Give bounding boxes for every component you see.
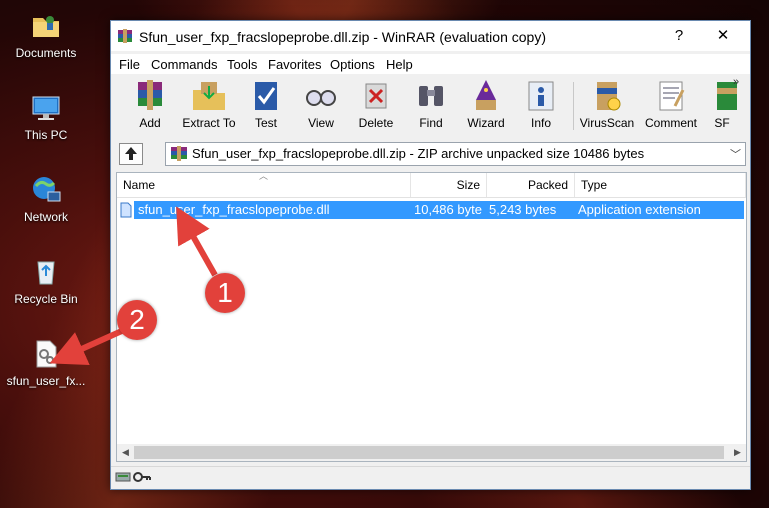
tool-extract-to-button[interactable]: Extract To	[181, 78, 237, 134]
dll-file-icon	[120, 202, 132, 218]
archive-icon	[171, 146, 187, 161]
file-list: Name Size Packed Type ︿ sfun_user_fxp_fr…	[116, 171, 747, 462]
title-bar[interactable]: Sfun_user_fxp_fracslopeprobe.dll.zip - W…	[111, 21, 750, 51]
dll-file-icon	[36, 340, 57, 368]
menu-commands[interactable]: Commands	[151, 57, 217, 72]
desktop-icon-label: sfun_user_fx...	[6, 374, 86, 388]
toolbar-more-chevron-icon[interactable]: »	[733, 76, 739, 88]
desktop-icon-label: Documents	[15, 46, 77, 60]
horizontal-scrollbar[interactable]: ◀ ▶	[117, 444, 746, 461]
tool-wizard-button[interactable]: Wizard	[458, 78, 514, 134]
annotation-step-1: 1	[205, 273, 245, 313]
key-icon[interactable]	[133, 470, 151, 484]
up-arrow-icon	[125, 147, 137, 160]
close-button[interactable]: ✕	[703, 23, 743, 49]
toolbar: Add Extract To Test View Delete Find Wiz…	[111, 76, 750, 138]
desktop-icon-dll-file[interactable]: sfun_user_fx...	[0, 338, 92, 388]
network-globe-icon	[33, 177, 61, 202]
toolbar-separator	[573, 82, 574, 130]
chevron-down-icon[interactable]: ﹀	[730, 146, 741, 162]
menu-tools[interactable]: Tools	[227, 57, 257, 72]
menu-bar: File Commands Tools Favorites Options He…	[111, 54, 750, 74]
test-check-icon	[255, 82, 277, 110]
file-type: Application extension	[578, 202, 701, 217]
annotation-step-2: 2	[117, 300, 157, 340]
scroll-right-icon[interactable]: ▶	[729, 444, 746, 461]
desktop-icon-documents[interactable]: Documents	[0, 10, 92, 60]
virusscan-icon	[597, 82, 621, 111]
tool-info-button[interactable]: Info	[513, 78, 569, 134]
status-bar	[111, 466, 750, 489]
tool-view-button[interactable]: View	[293, 78, 349, 134]
table-row[interactable]: sfun_user_fxp_fracslopeprobe.dll 10,486 …	[134, 201, 744, 219]
tool-add-button[interactable]: Add	[122, 78, 178, 134]
file-packed: 5,243 bytes	[489, 202, 557, 217]
address-text: Sfun_user_fxp_fracslopeprobe.dll.zip - Z…	[192, 146, 645, 161]
help-button[interactable]: ?	[659, 23, 699, 49]
desktop-icon-recycle-bin[interactable]: Recycle Bin	[0, 256, 92, 306]
file-name: sfun_user_fxp_fracslopeprobe.dll	[138, 202, 330, 217]
column-size[interactable]: Size	[411, 173, 487, 197]
menu-favorites[interactable]: Favorites	[268, 57, 321, 72]
comment-icon	[659, 81, 685, 111]
tool-test-button[interactable]: Test	[238, 78, 294, 134]
menu-help[interactable]: Help	[386, 57, 413, 72]
tool-virusscan-button[interactable]: VirusScan	[579, 78, 635, 134]
archive-path-dropdown[interactable]: Sfun_user_fxp_fracslopeprobe.dll.zip - Z…	[165, 142, 746, 166]
desktop-icon-label: This PC	[24, 128, 68, 142]
delete-icon	[365, 83, 387, 109]
menu-options[interactable]: Options	[330, 57, 375, 72]
extract-folder-icon	[193, 82, 225, 110]
up-folder-button[interactable]	[119, 143, 143, 165]
file-size: 10,486 byte	[414, 202, 482, 217]
sort-arrow-icon: ︿	[259, 171, 269, 181]
tool-delete-button[interactable]: Delete	[348, 78, 404, 134]
list-header: Name Size Packed Type ︿	[117, 171, 746, 198]
tool-comment-button[interactable]: Comment	[643, 78, 699, 134]
drive-icon[interactable]	[115, 470, 131, 484]
tool-find-button[interactable]: Find	[403, 78, 459, 134]
computer-icon	[32, 96, 60, 120]
recycle-bin-icon	[37, 261, 55, 285]
view-glasses-icon	[306, 90, 336, 106]
add-archive-icon	[138, 80, 162, 110]
winrar-logo-icon	[118, 29, 132, 43]
desktop-icon-label: Network	[23, 210, 68, 224]
desktop-icon-network[interactable]: Network	[0, 174, 92, 224]
desktop-icon-this-pc[interactable]: This PC	[0, 92, 92, 142]
documents-folder-icon	[33, 16, 59, 37]
winrar-window: Sfun_user_fxp_fracslopeprobe.dll.zip - W…	[110, 20, 751, 490]
scroll-thumb[interactable]	[134, 446, 724, 459]
column-type[interactable]: Type	[575, 173, 746, 197]
column-packed[interactable]: Packed	[487, 173, 575, 197]
find-binoculars-icon	[419, 86, 443, 106]
window-title: Sfun_user_fxp_fracslopeprobe.dll.zip - W…	[139, 29, 546, 45]
wizard-icon	[476, 80, 496, 110]
info-icon	[528, 81, 554, 111]
desktop-icon-label: Recycle Bin	[14, 292, 78, 306]
scroll-left-icon[interactable]: ◀	[117, 444, 134, 461]
address-bar: Sfun_user_fxp_fracslopeprobe.dll.zip - Z…	[111, 141, 750, 167]
menu-file[interactable]: File	[119, 57, 140, 72]
